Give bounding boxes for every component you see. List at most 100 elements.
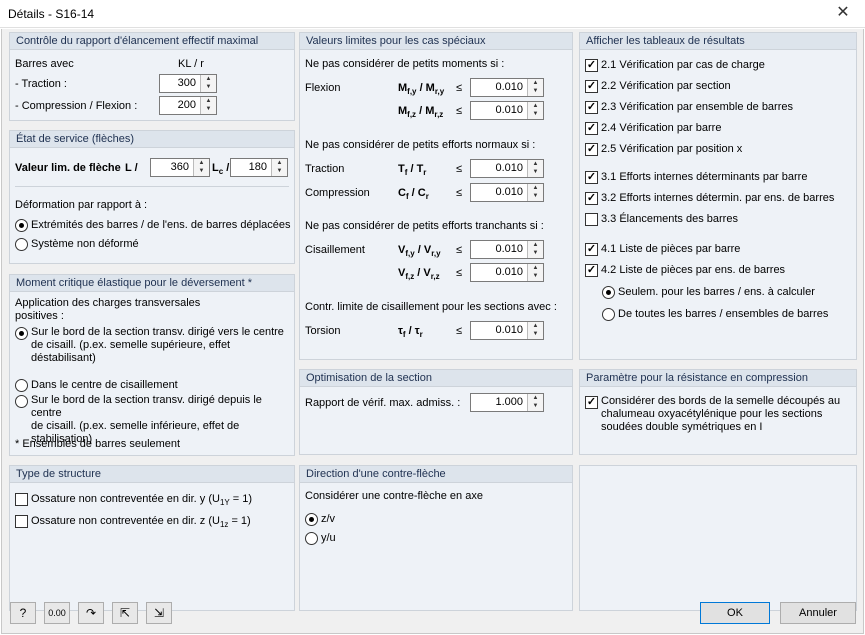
results-label-4-2[interactable]: 4.2 Liste de pièces par ens. de barres — [601, 264, 785, 276]
moment-intro: Application des charges transversales po… — [15, 297, 201, 322]
close-icon[interactable]: ✕ — [821, 0, 865, 28]
limits-group: Valeurs limites pour les cas spéciaux Ne… — [299, 32, 573, 360]
shear-title: Ne pas considérer de petits efforts tran… — [305, 220, 544, 232]
reset-icon[interactable]: ↷ — [78, 602, 104, 624]
spin-icon[interactable]: ▲ ▼ — [200, 97, 216, 114]
spin-icon[interactable]: ▲ ▼ — [527, 184, 543, 201]
deformation-radio-1[interactable] — [15, 219, 28, 232]
optim-header: Optimisation de la section — [300, 370, 572, 387]
moment-opt2-label[interactable]: Dans le centre de cisaillement — [31, 379, 178, 391]
deformation-opt2-label[interactable]: Système non déformé — [31, 238, 139, 250]
results-label-4-1[interactable]: 4.1 Liste de pièces par barre — [601, 243, 740, 255]
c-input[interactable]: 0.010 ▲ ▼ — [470, 183, 544, 202]
camber-opt2-label[interactable]: y/u — [321, 532, 336, 544]
results-radio-selected[interactable] — [602, 286, 615, 299]
spin-icon[interactable]: ▲ ▼ — [193, 159, 209, 176]
traction-input[interactable]: 300 ▲ ▼ — [159, 74, 217, 93]
results-checkbox-2-1[interactable]: ✓ — [585, 59, 598, 72]
spin-icon[interactable]: ▲ ▼ — [527, 102, 543, 119]
results-checkbox-2-2[interactable]: ✓ — [585, 80, 598, 93]
service-header: État de service (flèches) — [10, 131, 294, 148]
results-checkbox-2-5[interactable]: ✓ — [585, 143, 598, 156]
results-checkbox-2-4[interactable]: ✓ — [585, 122, 598, 135]
results-label-3-1[interactable]: 3.1 Efforts internes déterminants par ba… — [601, 171, 807, 183]
compression-param-checkbox[interactable]: ✓ — [585, 396, 598, 409]
results-radio-all[interactable] — [602, 308, 615, 321]
compression-input[interactable]: 200 ▲ ▼ — [159, 96, 217, 115]
spin-icon[interactable]: ▲ ▼ — [527, 79, 543, 96]
help-icon[interactable]: ? — [10, 602, 36, 624]
results-checkbox-4-2[interactable]: ✓ — [585, 264, 598, 277]
compression-param-header: Paramètre pour la résistance en compress… — [580, 370, 856, 387]
mz-input[interactable]: 0.010 ▲ ▼ — [470, 101, 544, 120]
moment-radio-1[interactable] — [15, 327, 28, 340]
structure-checkbox-y[interactable] — [15, 493, 28, 506]
optim-label: Rapport de vérif. max. admiss. : — [305, 397, 461, 409]
t-formula: Tf / Tr — [398, 163, 427, 178]
moment-group: Moment critique élastique pour le dévers… — [9, 274, 295, 456]
optim-input[interactable]: 1.000 ▲ ▼ — [470, 393, 544, 412]
results-label-2-5[interactable]: 2.5 Vérification par position x — [601, 143, 742, 155]
lc-input[interactable]: 180 ▲ ▼ — [230, 158, 288, 177]
l-input[interactable]: 360 ▲ ▼ — [150, 158, 210, 177]
tau-input[interactable]: 0.010 ▲ ▼ — [470, 321, 544, 340]
vy-input[interactable]: 0.010 ▲ ▼ — [470, 240, 544, 259]
results-label-2-2[interactable]: 2.2 Vérification par section — [601, 80, 731, 92]
torsion-label: Torsion — [305, 325, 341, 337]
results-checkbox-3-2[interactable]: ✓ — [585, 192, 598, 205]
compression-param-label[interactable]: Considérer des bords de la semelle décou… — [601, 395, 840, 434]
results-header: Afficher les tableaux de résultats — [580, 33, 856, 50]
camber-radio-zv[interactable] — [305, 513, 318, 526]
deformation-radio-2[interactable] — [15, 238, 28, 251]
units-button[interactable]: 0.00 — [44, 602, 70, 624]
results-label-3-2[interactable]: 3.2 Efforts internes détermin. par ens. … — [601, 192, 834, 204]
mz-formula: Mf,z / Mr,z — [398, 105, 444, 120]
deformation-opt1-label[interactable]: Extrémités des barres / de l'ens. de bar… — [31, 219, 291, 231]
spin-icon[interactable]: ▲ ▼ — [527, 241, 543, 258]
deformation-label: Déformation par rapport à : — [15, 199, 148, 211]
structure-opt2-label[interactable]: Ossature non contreventée en dir. z (U1z… — [31, 515, 251, 529]
results-label-3-3[interactable]: 3.3 Élancements des barres — [601, 213, 738, 225]
camber-opt1-label[interactable]: z/v — [321, 513, 335, 525]
traction-label: - Traction : — [15, 78, 67, 90]
vy-formula: Vf,y / Vr,y — [398, 244, 441, 259]
results-checkbox-3-3[interactable] — [585, 213, 598, 226]
spin-icon[interactable]: ▲ ▼ — [527, 394, 543, 411]
torsion-title: Contr. limite de cisaillement pour les s… — [305, 301, 557, 313]
camber-radio-yu[interactable] — [305, 532, 318, 545]
vz-input[interactable]: 0.010 ▲ ▼ — [470, 263, 544, 282]
results-label-2-3[interactable]: 2.3 Vérification par ensemble de barres — [601, 101, 793, 113]
results-checkbox-2-3[interactable]: ✓ — [585, 101, 598, 114]
structure-opt1-label[interactable]: Ossature non contreventée en dir. y (U1Y… — [31, 493, 252, 507]
results-label-2-1[interactable]: 2.1 Vérification par cas de charge — [601, 59, 765, 71]
results-checkbox-3-1[interactable]: ✓ — [585, 171, 598, 184]
results-radio2-label[interactable]: De toutes les barres / ensembles de barr… — [618, 308, 828, 320]
results-checkbox-4-1[interactable]: ✓ — [585, 243, 598, 256]
t-input[interactable]: 0.010 ▲ ▼ — [470, 159, 544, 178]
spin-icon[interactable]: ▲ ▼ — [527, 160, 543, 177]
ok-button[interactable]: OK — [700, 602, 770, 624]
compression-label: - Compression / Flexion : — [15, 100, 138, 112]
slenderness-header: Contrôle du rapport d'élancement effecti… — [10, 33, 294, 50]
le-symbol: ≤ — [456, 82, 463, 94]
traction-label: Traction — [305, 163, 345, 175]
moment-radio-2[interactable] — [15, 379, 28, 392]
cancel-button[interactable]: Annuler — [780, 602, 856, 624]
import-icon[interactable]: ⇱ — [112, 602, 138, 624]
my-input[interactable]: 0.010 ▲ ▼ — [470, 78, 544, 97]
spin-icon[interactable]: ▲ ▼ — [527, 264, 543, 281]
moment-opt1-label[interactable]: Sur le bord de la section transv. dirigé… — [31, 326, 284, 365]
moment-note: * Ensembles de barres seulement — [15, 438, 181, 450]
structure-group: Type de structure Ossature non contreven… — [9, 465, 295, 611]
lc-label: Lc / — [212, 162, 230, 177]
results-radio1-label[interactable]: Seulem. pour les barres / ens. à calcule… — [618, 286, 815, 298]
bars-with-label: Barres avec — [15, 58, 74, 70]
moment-radio-3[interactable] — [15, 395, 28, 408]
window-title: Détails - S16-14 — [8, 7, 95, 21]
structure-checkbox-z[interactable] — [15, 515, 28, 528]
spin-icon[interactable]: ▲ ▼ — [527, 322, 543, 339]
export-icon[interactable]: ⇲ — [146, 602, 172, 624]
spin-icon[interactable]: ▲ ▼ — [200, 75, 216, 92]
spin-icon[interactable]: ▲ ▼ — [271, 159, 287, 176]
results-label-2-4[interactable]: 2.4 Vérification par barre — [601, 122, 721, 134]
